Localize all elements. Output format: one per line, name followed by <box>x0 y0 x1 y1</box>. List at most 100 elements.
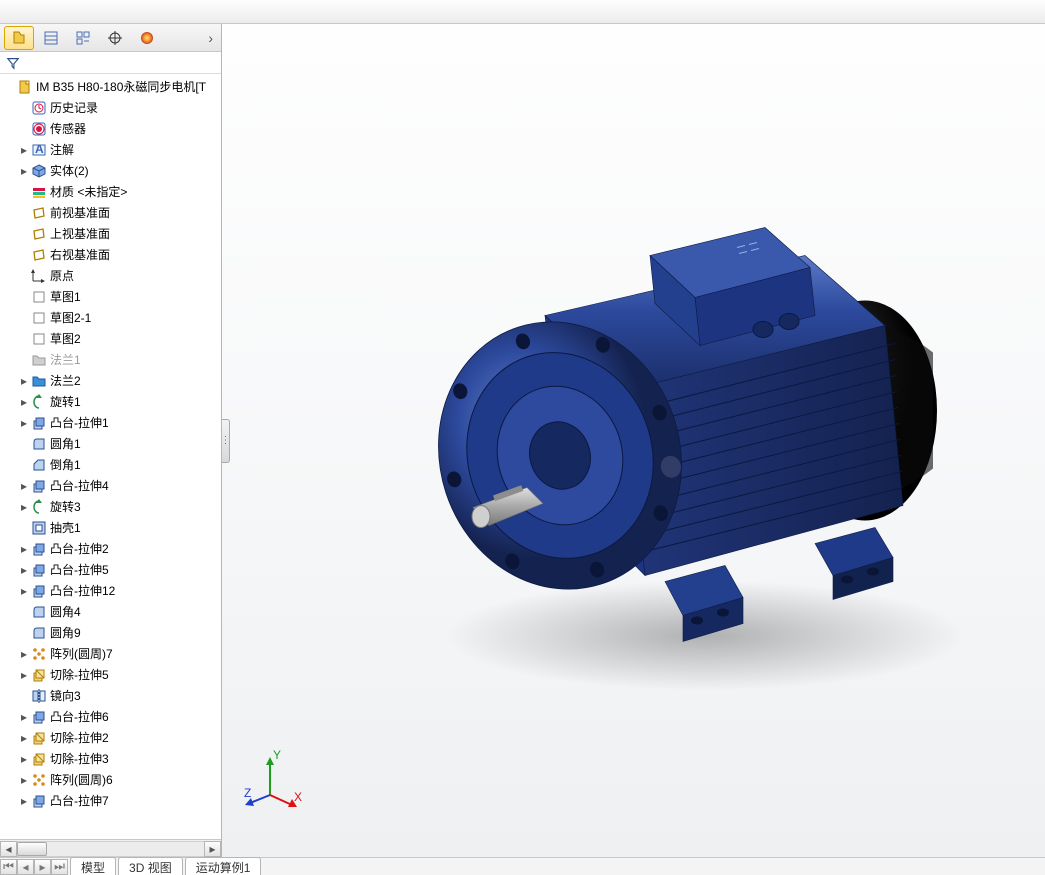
tree-item-label: 切除-拉伸2 <box>50 729 109 746</box>
tree-item[interactable]: ▸注解 <box>2 139 221 160</box>
mirror-icon <box>30 688 48 704</box>
tree-item[interactable]: ▸镜向3 <box>2 685 221 706</box>
cut-icon <box>30 730 48 746</box>
feature-tree[interactable]: ▶ IM B35 H80-180永磁同步电机[T ▸历史记录▸传感器▸注解▸实体… <box>0 74 221 839</box>
tree-item[interactable]: ▸圆角9 <box>2 622 221 643</box>
tree-item-label: 法兰2 <box>50 372 81 389</box>
tree-item[interactable]: ▸ 切除-拉伸2 <box>2 727 221 748</box>
expand-caret-icon[interactable]: ▸ <box>18 480 30 492</box>
pattern-icon <box>30 772 48 788</box>
tree-item[interactable]: ▸凸台-拉伸4 <box>2 475 221 496</box>
tree-item[interactable]: ▸旋转1 <box>2 391 221 412</box>
expand-caret-icon[interactable]: ▸ <box>18 165 30 177</box>
tree-item[interactable]: ▸凸台-拉伸7 <box>2 790 221 811</box>
tree-item[interactable]: ▸切除-拉伸3 <box>2 748 221 769</box>
tree-item[interactable]: ▸凸台-拉伸1 <box>2 412 221 433</box>
extrude-icon <box>30 709 48 725</box>
graphics-viewport[interactable]: Y X Z <box>222 24 1045 857</box>
scroll-right-button[interactable]: ▸ <box>204 841 221 857</box>
extrude-icon <box>30 415 48 431</box>
property-icon <box>43 30 59 46</box>
tab-display-manager[interactable] <box>132 26 162 50</box>
tab-feature-manager[interactable] <box>4 26 34 50</box>
tree-item[interactable]: ▸草图2 <box>2 328 221 349</box>
scroll-left-button[interactable]: ◂ <box>0 841 17 857</box>
tree-item[interactable]: ▸草图2-1 <box>2 307 221 328</box>
panel-splitter-handle[interactable] <box>222 419 230 463</box>
orientation-triad[interactable]: Y X Z <box>242 749 302 809</box>
bottom-tab-model[interactable]: 模型 <box>70 857 116 875</box>
expand-caret-icon[interactable]: ▸ <box>18 774 30 786</box>
tree-item[interactable]: ▸阵列(圆周)7 <box>2 643 221 664</box>
scroll-track[interactable] <box>17 841 204 857</box>
sensor-icon <box>30 121 48 137</box>
extrude-icon <box>30 541 48 557</box>
tree-item[interactable]: ▸草图1 <box>2 286 221 307</box>
tree-item[interactable]: ▸抽壳1 <box>2 517 221 538</box>
bottom-prev-button[interactable]: ◂ <box>17 859 34 875</box>
solid-icon <box>30 163 48 179</box>
expand-caret-icon[interactable]: ▸ <box>18 753 30 765</box>
expand-caret-icon[interactable]: ▸ <box>18 795 30 807</box>
tree-item[interactable]: ▸法兰1 <box>2 349 221 370</box>
tree-item[interactable]: ▸历史记录 <box>2 97 221 118</box>
main-area: › ▶ IM B35 H80-180永磁同步电机[T ▸历史记录▸传感器▸注解▸… <box>0 24 1045 857</box>
bottom-tabbar: ⏮ ◂ ▸ ⏭ 模型 3D 视图 运动算例1 <box>0 857 1045 875</box>
tree-item-label: 切除-拉伸5 <box>50 666 109 683</box>
tree-item[interactable]: ▸ 实体(2) <box>2 160 221 181</box>
bottom-last-button[interactable]: ⏭ <box>51 859 68 875</box>
tree-item[interactable]: ▸传感器 <box>2 118 221 139</box>
scroll-thumb[interactable] <box>17 842 47 856</box>
expand-caret-icon[interactable]: ▸ <box>18 648 30 660</box>
bottom-tab-motion[interactable]: 运动算例1 <box>185 857 262 875</box>
tree-item-label: 抽壳1 <box>50 519 81 536</box>
expand-caret-icon[interactable]: ▸ <box>18 396 30 408</box>
expand-caret-icon[interactable]: ▸ <box>18 144 30 156</box>
tree-item[interactable]: ▸ 切除-拉伸5 <box>2 664 221 685</box>
tree-item-label: 实体(2) <box>50 162 89 179</box>
expand-caret-icon[interactable]: ▸ <box>18 585 30 597</box>
tree-item[interactable]: ▸凸台-拉伸5 <box>2 559 221 580</box>
tree-item[interactable]: ▸圆角1 <box>2 433 221 454</box>
tree-item-label: 草图2 <box>50 330 81 347</box>
tree-item[interactable]: ▸旋转3 <box>2 496 221 517</box>
tree-item[interactable]: ▸ 法兰2 <box>2 370 221 391</box>
folder-g-icon <box>30 352 48 368</box>
tree-item[interactable]: ▸前视基准面 <box>2 202 221 223</box>
expand-caret-icon[interactable]: ▸ <box>18 669 30 681</box>
cut-icon <box>30 667 48 683</box>
tree-item[interactable]: ▸凸台-拉伸12 <box>2 580 221 601</box>
bottom-first-button[interactable]: ⏮ <box>0 859 17 875</box>
bottom-tab-3dview[interactable]: 3D 视图 <box>118 857 183 875</box>
tab-configuration-manager[interactable] <box>68 26 98 50</box>
expand-caret-icon[interactable]: ▸ <box>18 375 30 387</box>
tree-item[interactable]: ▸原点 <box>2 265 221 286</box>
tree-root[interactable]: ▶ IM B35 H80-180永磁同步电机[T <box>2 76 221 97</box>
material-icon <box>30 184 48 200</box>
fillet-icon <box>30 625 48 641</box>
tab-dimxpert[interactable] <box>100 26 130 50</box>
bottom-next-button[interactable]: ▸ <box>34 859 51 875</box>
tree-item[interactable]: ▸倒角1 <box>2 454 221 475</box>
tree-item[interactable]: ▸凸台-拉伸2 <box>2 538 221 559</box>
tree-filter-row[interactable] <box>0 52 221 74</box>
tabstrip-overflow[interactable]: › <box>204 30 217 46</box>
extrude-icon <box>30 583 48 599</box>
expand-caret-icon[interactable]: ▸ <box>18 732 30 744</box>
plane-icon <box>30 226 48 242</box>
tab-property-manager[interactable] <box>36 26 66 50</box>
expand-caret-icon[interactable]: ▸ <box>18 711 30 723</box>
expand-caret-icon[interactable]: ▸ <box>18 543 30 555</box>
tree-item[interactable]: ▸上视基准面 <box>2 223 221 244</box>
tree-item[interactable]: ▸圆角4 <box>2 601 221 622</box>
expand-caret-icon[interactable]: ▸ <box>18 417 30 429</box>
tree-hscroll[interactable]: ◂ ▸ <box>0 839 221 857</box>
tree-item[interactable]: ▸阵列(圆周)6 <box>2 769 221 790</box>
pattern-icon <box>30 646 48 662</box>
tree-item-label: 凸台-拉伸6 <box>50 708 109 725</box>
tree-item[interactable]: ▸ 凸台-拉伸6 <box>2 706 221 727</box>
expand-caret-icon[interactable]: ▸ <box>18 564 30 576</box>
tree-item[interactable]: ▸右视基准面 <box>2 244 221 265</box>
tree-item[interactable]: ▸材质 <未指定> <box>2 181 221 202</box>
expand-caret-icon[interactable]: ▸ <box>18 501 30 513</box>
